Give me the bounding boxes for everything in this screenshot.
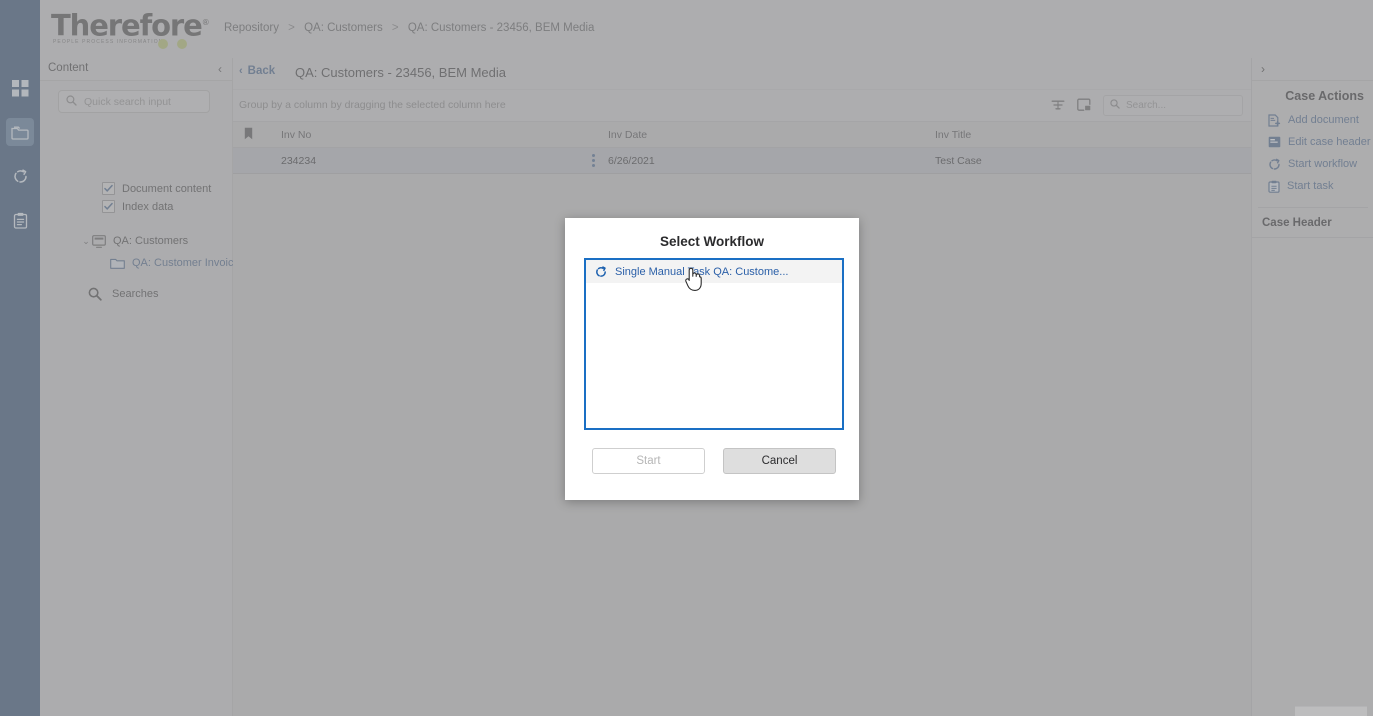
workflow-icon — [595, 266, 607, 278]
dialog-title: Select Workflow — [565, 218, 859, 249]
select-workflow-dialog: Select Workflow Single Manual Task QA: C… — [565, 218, 859, 500]
start-button[interactable]: Start — [592, 448, 705, 474]
app-window: Therefore® PEOPLE PROCESS INFORMATION Re… — [0, 0, 1373, 716]
cancel-button[interactable]: Cancel — [723, 448, 836, 474]
workflow-item-label: Single Manual Task QA: Custome... — [615, 266, 788, 278]
dialog-button-row: Start Cancel — [592, 448, 836, 474]
workflow-list-item[interactable]: Single Manual Task QA: Custome... — [586, 260, 842, 283]
workflow-list[interactable]: Single Manual Task QA: Custome... — [584, 258, 844, 430]
